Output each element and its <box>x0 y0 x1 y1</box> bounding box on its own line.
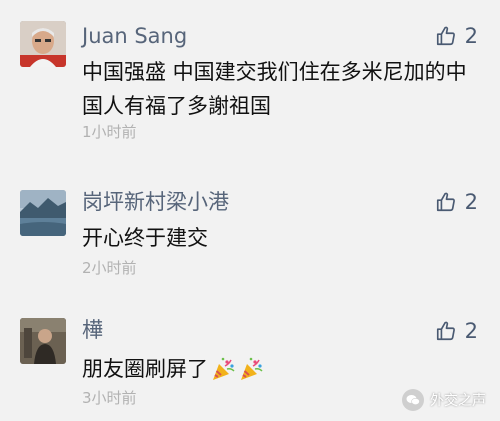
party-popper-icon <box>210 356 236 382</box>
like-button[interactable]: 2 <box>435 190 478 214</box>
comment-list: Juan Sang 2 中国强盛 中国建交我们住在多米尼加的中国人有福了多謝祖国… <box>0 0 500 421</box>
like-count: 2 <box>464 24 478 48</box>
thumbs-up-icon <box>436 192 455 212</box>
comment-text-content: 朋友圈刷屏了 <box>82 357 208 381</box>
comment-time: 3小时前 <box>82 389 137 407</box>
user-name[interactable]: 樺 <box>82 318 103 342</box>
like-count: 2 <box>464 190 478 214</box>
comment-item: Juan Sang 2 中国强盛 中国建交我们住在多米尼加的中国人有福了多謝祖国… <box>0 0 500 150</box>
comment-item: 岗坪新村梁小港 2 开心终于建交 2小时前 <box>0 170 500 290</box>
comment-text: 中国强盛 中国建交我们住在多米尼加的中国人有福了多謝祖国 <box>82 60 467 118</box>
user-avatar[interactable] <box>20 190 66 236</box>
user-avatar[interactable] <box>20 318 66 364</box>
watermark-text: 外交之声 <box>430 393 486 409</box>
party-popper-icon <box>238 356 264 382</box>
like-button[interactable]: 2 <box>435 24 478 48</box>
wechat-icon <box>402 389 424 411</box>
like-count: 2 <box>464 319 478 343</box>
comment-time: 2小时前 <box>82 259 137 277</box>
avatar-elderly-man <box>20 21 66 67</box>
avatar-person-photo <box>20 318 66 364</box>
user-name[interactable]: 岗坪新村梁小港 <box>82 190 229 214</box>
comment-text: 朋友圈刷屏了 <box>82 352 482 386</box>
thumbs-up-icon <box>436 26 455 46</box>
like-button[interactable]: 2 <box>435 319 478 343</box>
user-name[interactable]: Juan Sang <box>82 24 187 48</box>
user-avatar[interactable] <box>20 21 66 67</box>
comment-text: 开心终于建交 <box>82 226 208 250</box>
thumbs-up-icon <box>436 321 455 341</box>
watermark: 外交之声 <box>402 389 486 411</box>
avatar-lake-landscape <box>20 190 66 236</box>
comment-time: 1小时前 <box>82 123 137 141</box>
